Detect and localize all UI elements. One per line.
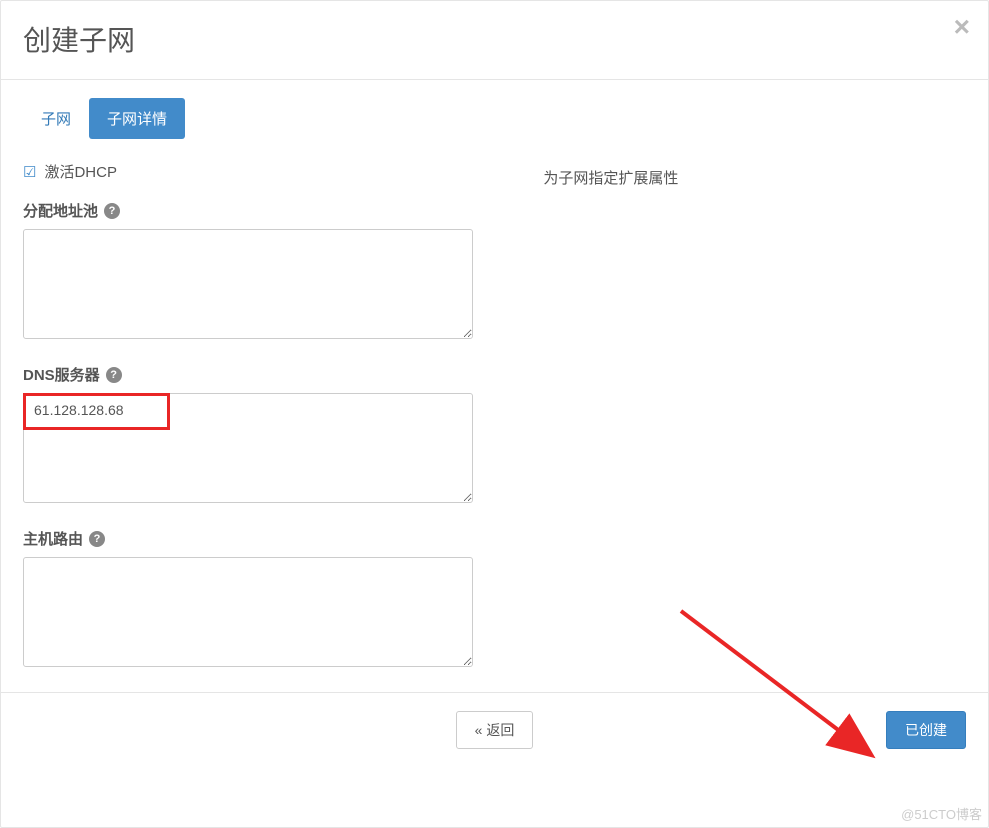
- dhcp-checkbox-row[interactable]: ☑ 激活DHCP: [23, 161, 513, 182]
- modal-title: 创建子网: [23, 19, 966, 59]
- watermark-text: @51CTO博客: [901, 804, 982, 823]
- form-left-column: ☑ 激活DHCP 分配地址池 ? DNS服务器 ? 主机路由: [23, 161, 513, 692]
- dhcp-label: 激活DHCP: [44, 161, 117, 182]
- content-grid: ☑ 激活DHCP 分配地址池 ? DNS服务器 ? 主机路由: [23, 161, 966, 692]
- right-description: 为子网指定扩展属性: [543, 167, 966, 188]
- dns-label: DNS服务器 ?: [23, 364, 513, 385]
- close-icon[interactable]: ×: [954, 13, 970, 41]
- help-icon[interactable]: ?: [104, 203, 120, 219]
- address-pool-textarea[interactable]: [23, 229, 473, 339]
- back-button[interactable]: « 返回: [456, 711, 534, 749]
- pool-label-text: 分配地址池: [23, 200, 98, 221]
- routes-label-text: 主机路由: [23, 528, 83, 549]
- modal-header: 创建子网 ×: [1, 1, 988, 80]
- dns-servers-textarea[interactable]: [23, 393, 473, 503]
- dns-label-text: DNS服务器: [23, 364, 100, 385]
- routes-label: 主机路由 ?: [23, 528, 513, 549]
- tabs: 子网 子网详情: [23, 98, 966, 139]
- checkbox-checked-icon: ☑: [23, 163, 36, 181]
- form-right-column: 为子网指定扩展属性: [513, 161, 966, 692]
- help-icon[interactable]: ?: [106, 367, 122, 383]
- modal-footer: « 返回 已创建: [1, 692, 988, 767]
- tab-subnet[interactable]: 子网: [23, 98, 89, 139]
- tab-subnet-details[interactable]: 子网详情: [89, 98, 185, 139]
- help-icon[interactable]: ?: [89, 531, 105, 547]
- create-subnet-modal: 创建子网 × 子网 子网详情 ☑ 激活DHCP 分配地址池 ? DNS服务器: [0, 0, 989, 828]
- host-routes-textarea[interactable]: [23, 557, 473, 667]
- create-button[interactable]: 已创建: [886, 711, 966, 749]
- modal-body: 子网 子网详情 ☑ 激活DHCP 分配地址池 ? DNS服务器 ?: [1, 80, 988, 692]
- pool-label: 分配地址池 ?: [23, 200, 513, 221]
